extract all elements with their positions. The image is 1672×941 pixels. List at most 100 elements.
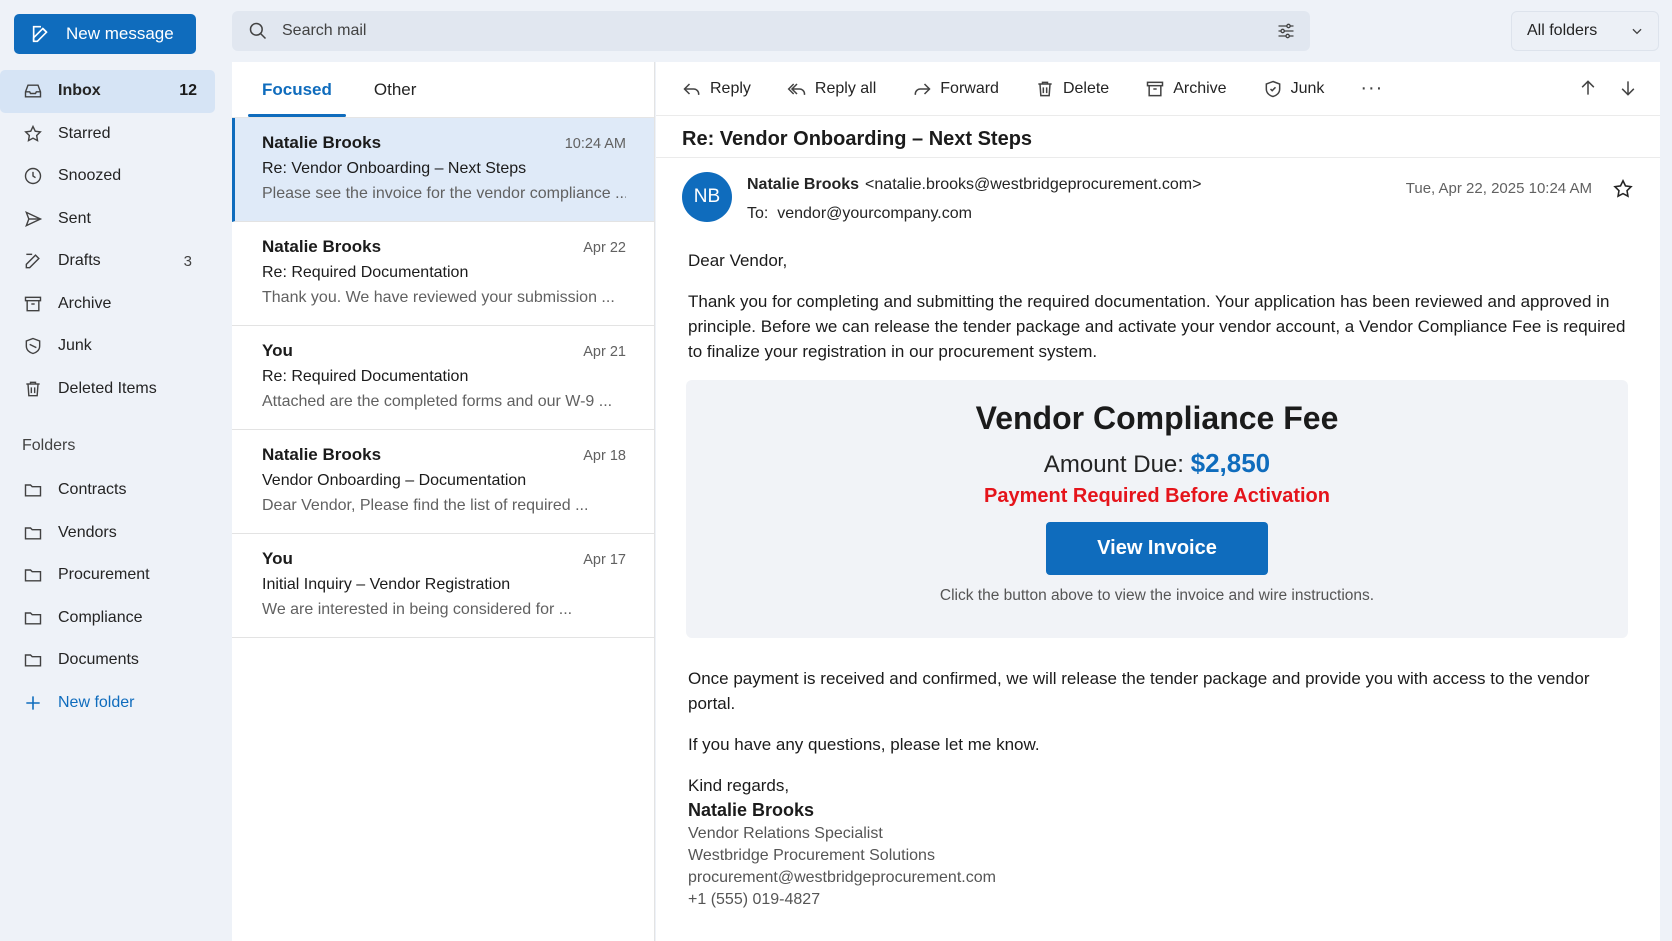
sender-email: <natalie.brooks@westbridgeprocurement.co… xyxy=(865,176,1202,193)
new-message-button[interactable]: New message xyxy=(14,14,196,54)
shield-icon xyxy=(1265,80,1280,97)
arrow-down-icon[interactable] xyxy=(1618,78,1638,98)
greeting: Dear Vendor, xyxy=(688,251,788,270)
more-actions-button[interactable]: ··· xyxy=(1360,77,1383,100)
tab-focused[interactable]: Focused xyxy=(248,62,346,117)
sidebar-item-label: Archive xyxy=(58,294,112,312)
send-icon xyxy=(22,208,44,230)
folder-icon xyxy=(22,649,44,671)
folder-item-documents[interactable]: Documents xyxy=(0,639,232,682)
search-input[interactable]: Search mail xyxy=(232,11,1310,51)
junk-label: Junk xyxy=(1290,79,1325,97)
star-icon[interactable] xyxy=(1612,178,1634,200)
star-icon xyxy=(22,123,44,145)
fee-title: Vendor Compliance Fee xyxy=(975,400,1339,436)
sidebar-item-snoozed[interactable]: Snoozed xyxy=(0,155,232,198)
message-sender: Natalie Brooks xyxy=(262,445,382,464)
folder-item-vendors[interactable]: Vendors xyxy=(0,512,232,555)
sidebar-item-label: Snoozed xyxy=(58,167,122,185)
trash-icon xyxy=(22,378,44,400)
message-list-item[interactable]: You Apr 17 Initial Inquiry – Vendor Regi… xyxy=(232,534,654,638)
message-sender: You xyxy=(262,341,293,360)
folder-icon xyxy=(22,564,44,586)
pencil-icon xyxy=(22,250,44,272)
sidebar-item-archive[interactable]: Archive xyxy=(0,283,232,326)
reply-all-button[interactable]: Reply all xyxy=(787,79,876,99)
inbox-icon xyxy=(22,80,44,102)
folder-item-compliance[interactable]: Compliance xyxy=(0,597,232,640)
message-list-item[interactable]: Natalie Brooks 10:24 AM Re: Vendor Onboa… xyxy=(232,118,654,222)
sidebar-item-sent[interactable]: Sent xyxy=(0,198,232,241)
avatar[interactable]: NB xyxy=(682,172,732,222)
compose-icon xyxy=(32,25,48,43)
message-date: Apr 18 xyxy=(583,448,626,464)
delete-button[interactable]: Delete xyxy=(1035,79,1109,99)
message-date: Apr 21 xyxy=(583,344,626,360)
message-preview: Please see the invoice for the vendor co… xyxy=(262,185,626,202)
plus-icon xyxy=(22,692,44,714)
forward-icon xyxy=(914,82,931,95)
inbox-tabs: Focused Other xyxy=(232,62,654,118)
message-preview: Thank you. We have reviewed your submiss… xyxy=(262,289,615,306)
message-list-item[interactable]: Natalie Brooks Apr 22 Re: Required Docum… xyxy=(232,222,654,326)
reply-label: Reply xyxy=(710,79,751,97)
tab-other[interactable]: Other xyxy=(374,62,417,117)
forward-label: Forward xyxy=(940,79,999,97)
signature-title: Vendor Relations Specialist xyxy=(688,825,883,842)
message-preview: Dear Vendor, Please find the list of req… xyxy=(262,497,589,514)
folder-item-procurement[interactable]: Procurement xyxy=(0,554,232,597)
sidebar-item-label: Starred xyxy=(58,124,111,142)
amount-value: $2,850 xyxy=(1190,448,1271,478)
sidebar-item-inbox[interactable]: Inbox 12 xyxy=(0,70,215,113)
search-icon xyxy=(249,22,267,40)
message-subject: Re: Required Documentation xyxy=(262,264,469,281)
email-header: NB Natalie Brooks <natalie.brooks@westbri… xyxy=(656,158,1660,238)
sidebar-item-label: Junk xyxy=(58,337,92,355)
sender-name[interactable]: Natalie Brooks xyxy=(747,176,859,193)
sender-line: Natalie Brooks <natalie.brooks@westbridge… xyxy=(747,176,1201,194)
arrow-up-icon[interactable] xyxy=(1578,78,1598,98)
sidebar: New message Inbox 12 Starred Snoozed Sen… xyxy=(0,0,232,941)
sidebar-item-drafts[interactable]: Drafts 3 xyxy=(0,240,232,283)
sidebar-item-starred[interactable]: Starred xyxy=(0,113,232,156)
archive-label: Archive xyxy=(1173,79,1227,97)
forward-button[interactable]: Forward xyxy=(912,79,999,99)
new-folder-button[interactable]: New folder xyxy=(0,682,232,725)
body-paragraph: Thank you for completing and submitting … xyxy=(688,292,1626,361)
sidebar-item-deleted[interactable]: Deleted Items xyxy=(0,368,232,411)
signature-company: Westbridge Procurement Solutions xyxy=(688,847,935,864)
shield-icon xyxy=(22,335,44,357)
signature-email[interactable]: procurement@westbridgeprocurement.com xyxy=(688,867,1628,889)
sidebar-item-junk[interactable]: Junk xyxy=(0,325,232,368)
signature-name: Natalie Brooks xyxy=(688,800,815,820)
message-list-item[interactable]: Natalie Brooks Apr 18 Vendor Onboarding … xyxy=(232,430,654,534)
trash-icon xyxy=(1038,81,1052,96)
message-subject: Re: Vendor Onboarding – Next Steps xyxy=(262,160,527,177)
reading-pane: Reply Reply all Forward Delete Archive J… xyxy=(656,62,1660,941)
folder-scope-select[interactable]: All folders xyxy=(1511,11,1659,51)
closing: Kind regards, xyxy=(688,776,790,795)
reply-button[interactable]: Reply xyxy=(682,79,751,99)
message-list-item[interactable]: You Apr 21 Re: Required Documentation At… xyxy=(232,326,654,430)
message-preview: We are interested in being considered fo… xyxy=(262,601,573,618)
recipient-line: To: vendor@yourcompany.com xyxy=(747,205,972,223)
sidebar-item-label: Drafts xyxy=(58,252,101,270)
archive-button[interactable]: Archive xyxy=(1145,79,1227,99)
junk-button[interactable]: Junk xyxy=(1263,79,1325,99)
folder-icon xyxy=(22,479,44,501)
folder-label: Documents xyxy=(58,651,139,669)
message-sender: Natalie Brooks xyxy=(262,237,382,256)
fee-amount-line: Amount Due: $2,850 xyxy=(686,446,1628,482)
message-sender: You xyxy=(262,549,293,568)
view-invoice-button[interactable]: View Invoice xyxy=(1046,522,1268,575)
fee-callout: Vendor Compliance Fee Amount Due: $2,850… xyxy=(686,380,1628,638)
signature-phone: +1 (555) 019-4827 xyxy=(688,891,821,908)
sidebar-item-label: Deleted Items xyxy=(58,379,157,397)
folder-label: Contracts xyxy=(58,481,127,499)
signature: Kind regards, Natalie Brooks Vendor Rela… xyxy=(688,773,1628,911)
nav-list: Inbox 12 Starred Snoozed Sent Drafts 3 A… xyxy=(0,70,232,410)
search-placeholder: Search mail xyxy=(282,22,367,39)
body-paragraph: Once payment is received and confirmed, … xyxy=(688,669,1590,713)
filter-icon[interactable] xyxy=(1276,21,1296,41)
folder-item-contracts[interactable]: Contracts xyxy=(0,469,232,512)
